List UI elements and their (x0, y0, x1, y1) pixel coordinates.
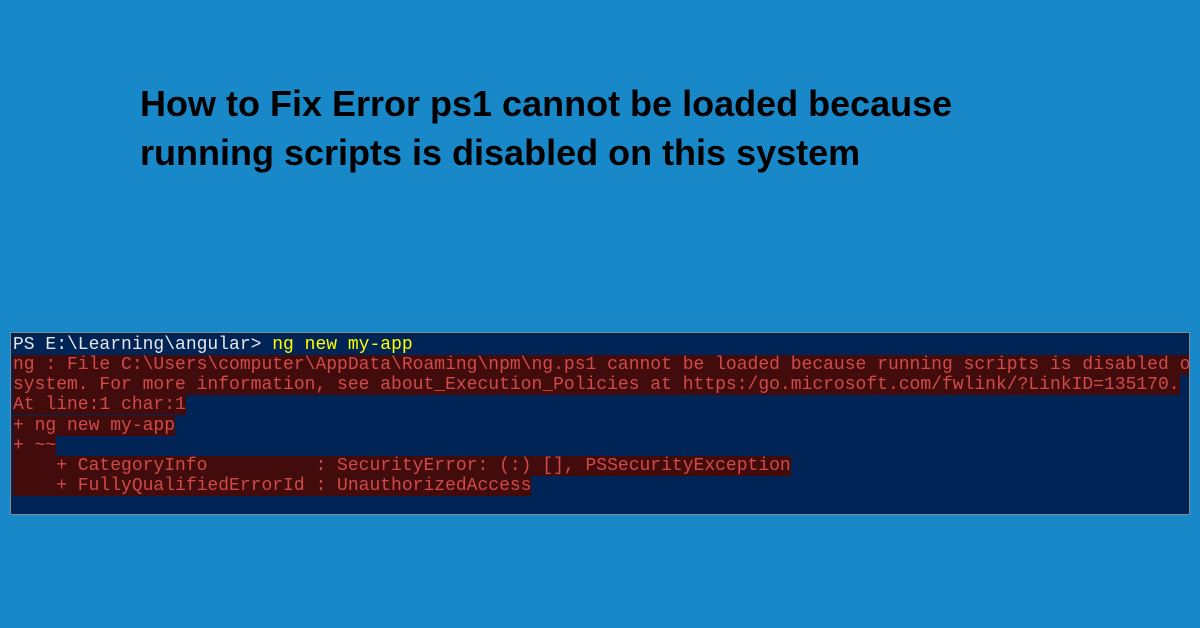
prompt-command: ng new my-app (261, 335, 412, 355)
error-text-line: system. For more information, see about_… (13, 375, 1180, 395)
error-text-line: + FullyQualifiedErrorId : UnauthorizedAc… (13, 476, 531, 496)
error-text-line: At line:1 char:1 (13, 395, 186, 415)
prompt-path: PS E:\Learning\angular> (13, 335, 261, 355)
error-text-line: + CategoryInfo : SecurityError: (:) [], … (13, 456, 791, 476)
error-text-line: ng : File C:\Users\computer\AppData\Roam… (13, 355, 1190, 375)
error-text-line: + ~~ (13, 436, 56, 456)
error-text-line: + ng new my-app (13, 416, 175, 436)
page-title: How to Fix Error ps1 cannot be loaded be… (0, 0, 1200, 177)
powershell-terminal[interactable]: PS E:\Learning\angular> ng new my-app ng… (10, 332, 1190, 515)
